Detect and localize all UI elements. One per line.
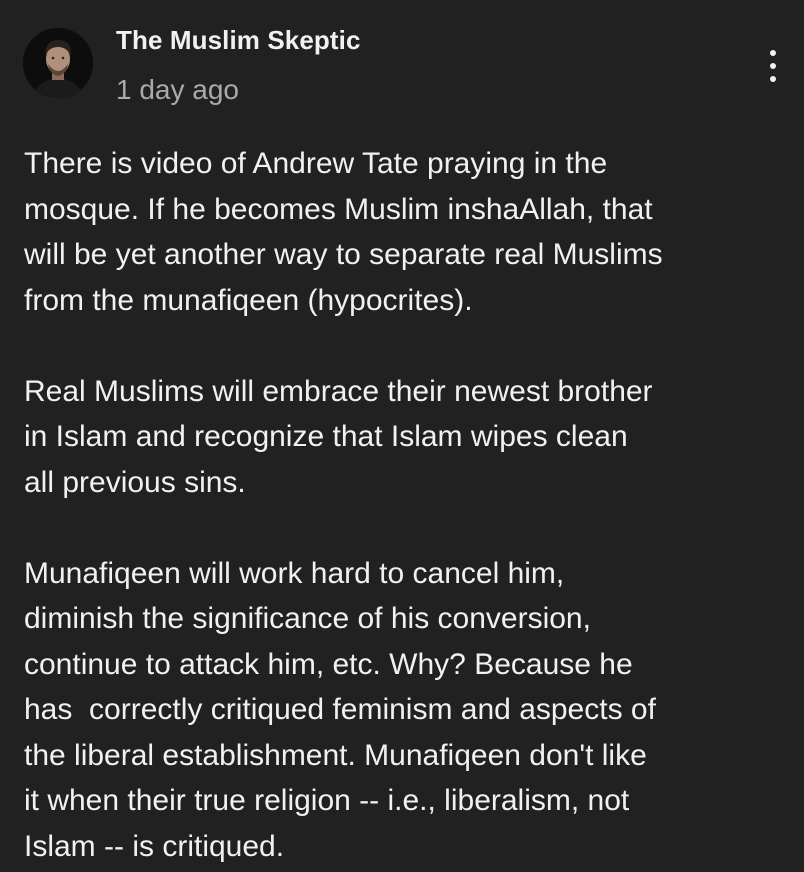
more-options-button[interactable] <box>756 44 790 88</box>
post-paragraph-1: There is video of Andrew Tate praying in… <box>24 141 794 323</box>
post-line: Islam -- is critiqued. <box>24 829 285 863</box>
user-avatar-icon <box>23 28 93 98</box>
post-line: diminish the significance of his convers… <box>24 602 591 635</box>
channel-name[interactable]: The Muslim Skeptic <box>116 25 361 56</box>
post-line: from the munafiqeen (hypocrites). <box>24 283 473 317</box>
post-line: has correctly critiqued feminism and asp… <box>24 693 656 726</box>
post-line: mosque. If he becomes Muslim inshaAllah,… <box>24 192 653 226</box>
more-vertical-icon <box>770 50 776 56</box>
more-vertical-icon-dot-2 <box>770 63 776 69</box>
post-body: There is video of Andrew Tate praying in… <box>24 141 794 869</box>
post-line: Munafiqeen will work hard to cancel him, <box>24 556 565 590</box>
more-vertical-icon-dot-3 <box>770 76 776 82</box>
post-line: Real Muslims will embrace their newest b… <box>24 374 653 408</box>
post-line: There is video of Andrew Tate praying in… <box>24 147 608 180</box>
channel-avatar[interactable] <box>23 28 93 98</box>
post-paragraph-2: Real Muslims will embrace their newest b… <box>24 369 794 506</box>
post-line: will be yet another way to separate real… <box>24 238 663 271</box>
post-paragraph-3: Munafiqeen will work hard to cancel him,… <box>24 551 794 870</box>
post-line: all previous sins. <box>24 465 246 499</box>
community-post: The Muslim Skeptic 1 day ago There is vi… <box>0 0 804 872</box>
post-line: it when their true religion -- i.e., lib… <box>24 784 630 817</box>
post-line: the liberal establishment. Munafiqeen do… <box>24 738 647 772</box>
post-line: continue to attack him, etc. Why? Becaus… <box>24 647 633 681</box>
post-line: in Islam and recognize that Islam wipes … <box>24 420 628 453</box>
post-timestamp: 1 day ago <box>116 74 239 105</box>
